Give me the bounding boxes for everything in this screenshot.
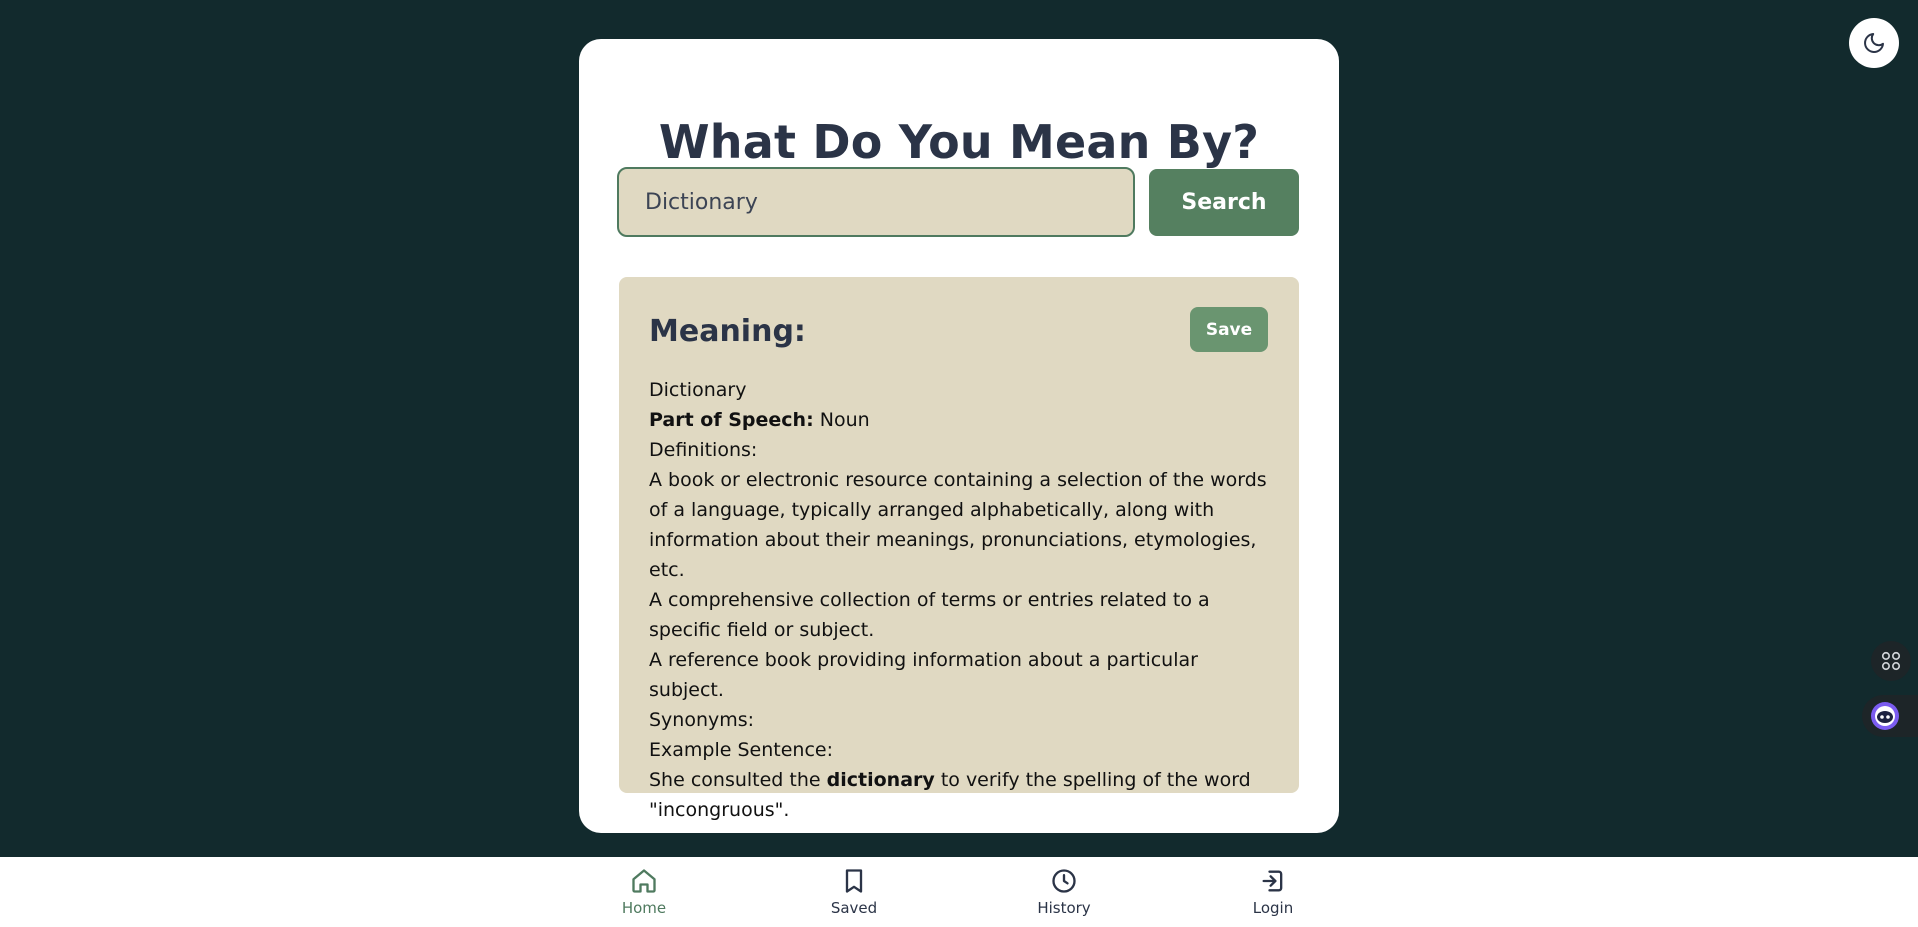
search-input[interactable] bbox=[617, 167, 1135, 237]
nav-label-saved: Saved bbox=[830, 899, 878, 917]
dictionary-card: What Do You Mean By? Search Meaning: Sav… bbox=[579, 39, 1339, 833]
definition-item: A comprehensive collection of terms or e… bbox=[649, 589, 1210, 641]
definitions-label: Definitions: bbox=[649, 439, 758, 461]
command-icon bbox=[1881, 651, 1901, 671]
meaning-panel: Meaning: Save Dictionary Part of Speech:… bbox=[619, 277, 1299, 821]
example-sentence: She consulted the dictionary to verify t… bbox=[649, 765, 1269, 825]
meaning-heading: Meaning: bbox=[649, 314, 806, 349]
synonyms-label: Synonyms: bbox=[649, 709, 755, 731]
nav-label-history: History bbox=[1037, 899, 1091, 917]
bookmark-icon bbox=[845, 869, 863, 893]
word-text: Dictionary bbox=[649, 379, 747, 401]
definition-item: A book or electronic resource containing… bbox=[649, 469, 1267, 581]
meaning-body: Dictionary Part of Speech: Noun Definiti… bbox=[649, 375, 1269, 825]
nav-item-history[interactable]: History bbox=[1009, 867, 1119, 917]
part-of-speech-line: Part of Speech: Noun bbox=[649, 405, 1269, 435]
login-icon bbox=[1262, 870, 1283, 892]
part-of-speech-value: Noun bbox=[819, 409, 870, 431]
bottom-nav: Home Saved History Login bbox=[0, 857, 1918, 927]
definition-item: A reference book providing information a… bbox=[649, 649, 1198, 701]
example-word: dictionary bbox=[826, 769, 935, 791]
search-button[interactable]: Search bbox=[1149, 169, 1299, 236]
clock-icon bbox=[1052, 869, 1076, 893]
assistant-button[interactable] bbox=[1862, 695, 1918, 737]
home-icon bbox=[632, 869, 656, 893]
nav-item-login[interactable]: Login bbox=[1218, 867, 1328, 917]
example-before: She consulted the bbox=[649, 769, 821, 791]
part-of-speech-label: Part of Speech: bbox=[649, 409, 814, 431]
theme-toggle-button[interactable] bbox=[1849, 18, 1899, 68]
moon-icon bbox=[1864, 33, 1884, 53]
save-button[interactable]: Save bbox=[1190, 307, 1268, 352]
page-title: What Do You Mean By? bbox=[658, 115, 1260, 169]
command-button[interactable] bbox=[1871, 641, 1911, 681]
example-label: Example Sentence: bbox=[649, 739, 833, 761]
nav-item-home[interactable]: Home bbox=[589, 867, 699, 917]
assistant-bot-icon bbox=[1871, 702, 1899, 730]
nav-item-saved[interactable]: Saved bbox=[799, 867, 909, 917]
nav-label-login: Login bbox=[1252, 899, 1294, 917]
nav-label-home: Home bbox=[621, 899, 667, 917]
